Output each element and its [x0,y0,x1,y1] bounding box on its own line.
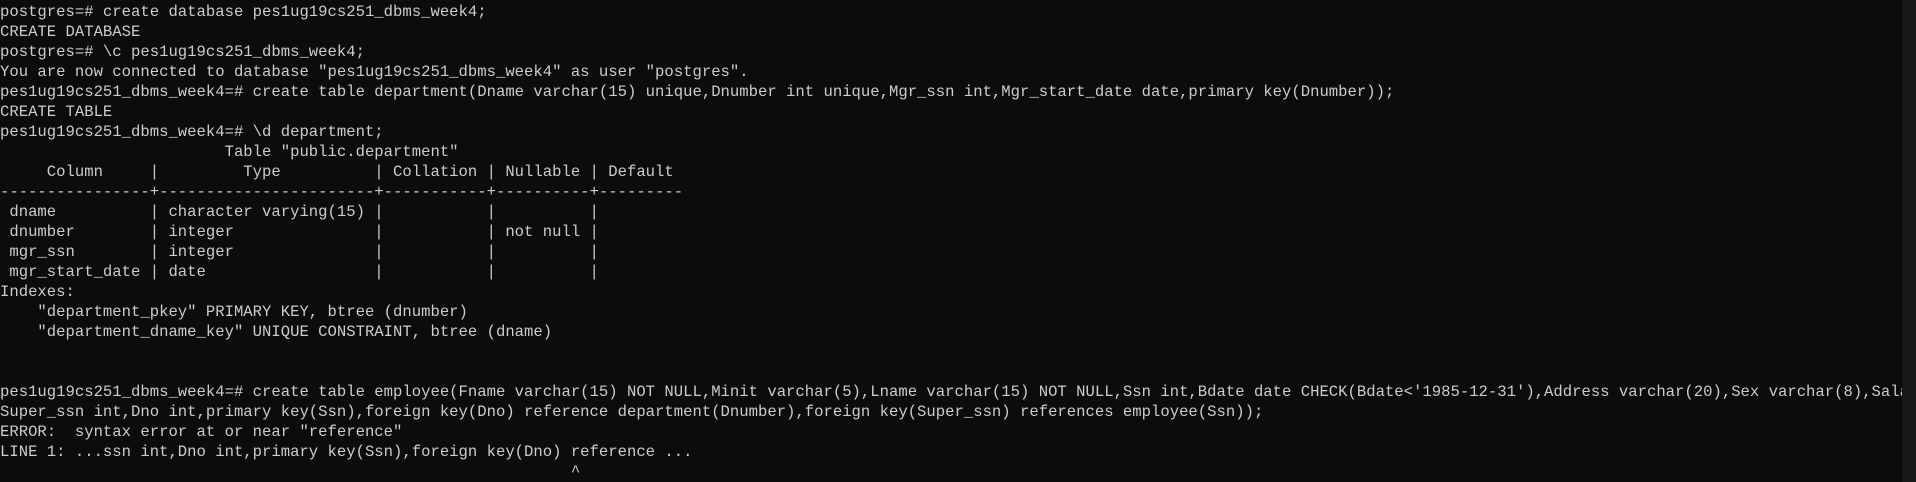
terminal-line-connect-result: You are now connected to database "pes1u… [0,63,749,81]
table-row: dname | character varying(15) | | | [0,203,599,221]
index-entry: "department_pkey" PRIMARY KEY, btree (dn… [0,303,468,321]
terminal-line-create-table-result: CREATE TABLE [0,103,113,121]
terminal-window[interactable]: postgres=# create database pes1ug19cs251… [0,0,1916,482]
table-separator: ----------------+-----------------------… [0,183,684,201]
table-row: mgr_start_date | date | | | [0,263,599,281]
table-header-row: Column | Type | Collation | Nullable | D… [0,163,674,181]
terminal-line-create-database-result: CREATE DATABASE [0,23,141,41]
vertical-scrollbar[interactable] [1902,0,1916,482]
error-line-context: LINE 1: ...ssn int,Dno int,primary key(S… [0,443,693,461]
error-message: ERROR: syntax error at or near "referenc… [0,423,403,441]
table-row: dnumber | integer | | not null | [0,223,599,241]
table-caption: Table "public.department" [0,143,459,161]
terminal-line-describe-command: pes1ug19cs251_dbms_week4=# \d department… [0,123,384,141]
terminal-line-create-employee-command: pes1ug19cs251_dbms_week4=# create table … [0,383,1916,401]
terminal-line-create-employee-command-continued: Super_ssn int,Dno int,primary key(Ssn),f… [0,403,1264,421]
terminal-line-create-department-command: pes1ug19cs251_dbms_week4=# create table … [0,83,1395,101]
terminal-line-create-database-command: postgres=# create database pes1ug19cs251… [0,3,487,21]
error-caret-pointer: ^ [0,463,581,481]
table-row: mgr_ssn | integer | | | [0,243,599,261]
index-entry: "department_dname_key" UNIQUE CONSTRAINT… [0,323,553,341]
indexes-heading: Indexes: [0,283,75,301]
terminal-line-connect-command: postgres=# \c pes1ug19cs251_dbms_week4; [0,43,365,61]
